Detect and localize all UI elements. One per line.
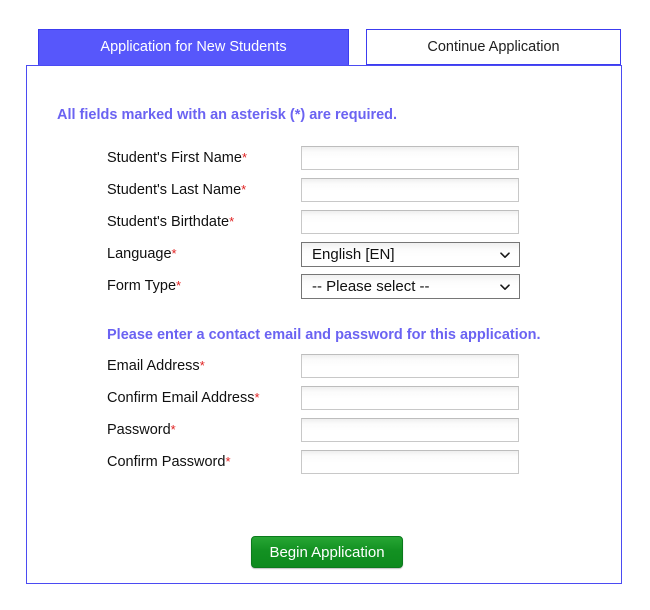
label-birthdate: Student's Birthdate* — [107, 214, 235, 230]
required-asterisk: * — [176, 278, 182, 293]
input-confirm-password[interactable] — [301, 450, 519, 474]
input-email[interactable] — [301, 354, 519, 378]
label-first-name: Student's First Name* — [107, 150, 247, 166]
required-asterisk: * — [225, 454, 231, 469]
required-asterisk: * — [229, 214, 235, 229]
label-last-name: Student's Last Name* — [107, 182, 247, 198]
field-row-last-name: Student's Last Name* — [107, 178, 607, 204]
select-language[interactable]: English [EN] — [301, 242, 520, 267]
application-form-panel: All fields marked with an asterisk (*) a… — [26, 65, 622, 584]
label-confirm-password: Confirm Password* — [107, 454, 231, 470]
select-form-type-value: -- Please select -- — [312, 278, 430, 295]
field-row-confirm-password: Confirm Password* — [107, 450, 607, 476]
contact-email-notice: Please enter a contact email and passwor… — [107, 327, 541, 343]
input-password[interactable] — [301, 418, 519, 442]
field-row-email: Email Address* — [107, 354, 607, 380]
label-email: Email Address* — [107, 358, 205, 374]
input-confirm-email[interactable] — [301, 386, 519, 410]
field-row-language: Language* English [EN] — [107, 242, 607, 268]
input-last-name[interactable] — [301, 178, 519, 202]
select-language-value: English [EN] — [312, 246, 395, 263]
tab-strip: Application for New Students Continue Ap… — [0, 29, 650, 67]
select-wrap-form-type: -- Please select -- — [301, 274, 520, 299]
input-first-name[interactable] — [301, 146, 519, 170]
begin-application-button[interactable]: Begin Application — [251, 536, 403, 568]
label-language: Language* — [107, 246, 177, 262]
chevron-down-icon — [499, 281, 511, 293]
input-birthdate[interactable] — [301, 210, 519, 234]
required-asterisk: * — [254, 390, 260, 405]
tab-continue-application[interactable]: Continue Application — [366, 29, 621, 65]
label-password: Password* — [107, 422, 176, 438]
label-confirm-email: Confirm Email Address* — [107, 390, 260, 406]
tab-application-for-new-students[interactable]: Application for New Students — [38, 29, 349, 65]
field-row-form-type: Form Type* -- Please select -- — [107, 274, 607, 300]
select-form-type[interactable]: -- Please select -- — [301, 274, 520, 299]
required-asterisk: * — [171, 246, 177, 261]
select-wrap-language: English [EN] — [301, 242, 520, 267]
tab-label: Continue Application — [427, 39, 560, 55]
required-asterisk: * — [241, 150, 247, 165]
field-row-birthdate: Student's Birthdate* — [107, 210, 607, 236]
required-asterisk: * — [170, 422, 176, 437]
begin-application-label: Begin Application — [269, 543, 385, 561]
chevron-down-icon — [499, 249, 511, 261]
field-row-confirm-email: Confirm Email Address* — [107, 386, 607, 412]
required-asterisk: * — [199, 358, 205, 373]
required-fields-notice: All fields marked with an asterisk (*) a… — [57, 107, 398, 123]
field-row-password: Password* — [107, 418, 607, 444]
label-form-type: Form Type* — [107, 278, 182, 294]
field-row-first-name: Student's First Name* — [107, 146, 607, 172]
required-asterisk: * — [241, 182, 247, 197]
tab-label: Application for New Students — [100, 39, 287, 55]
